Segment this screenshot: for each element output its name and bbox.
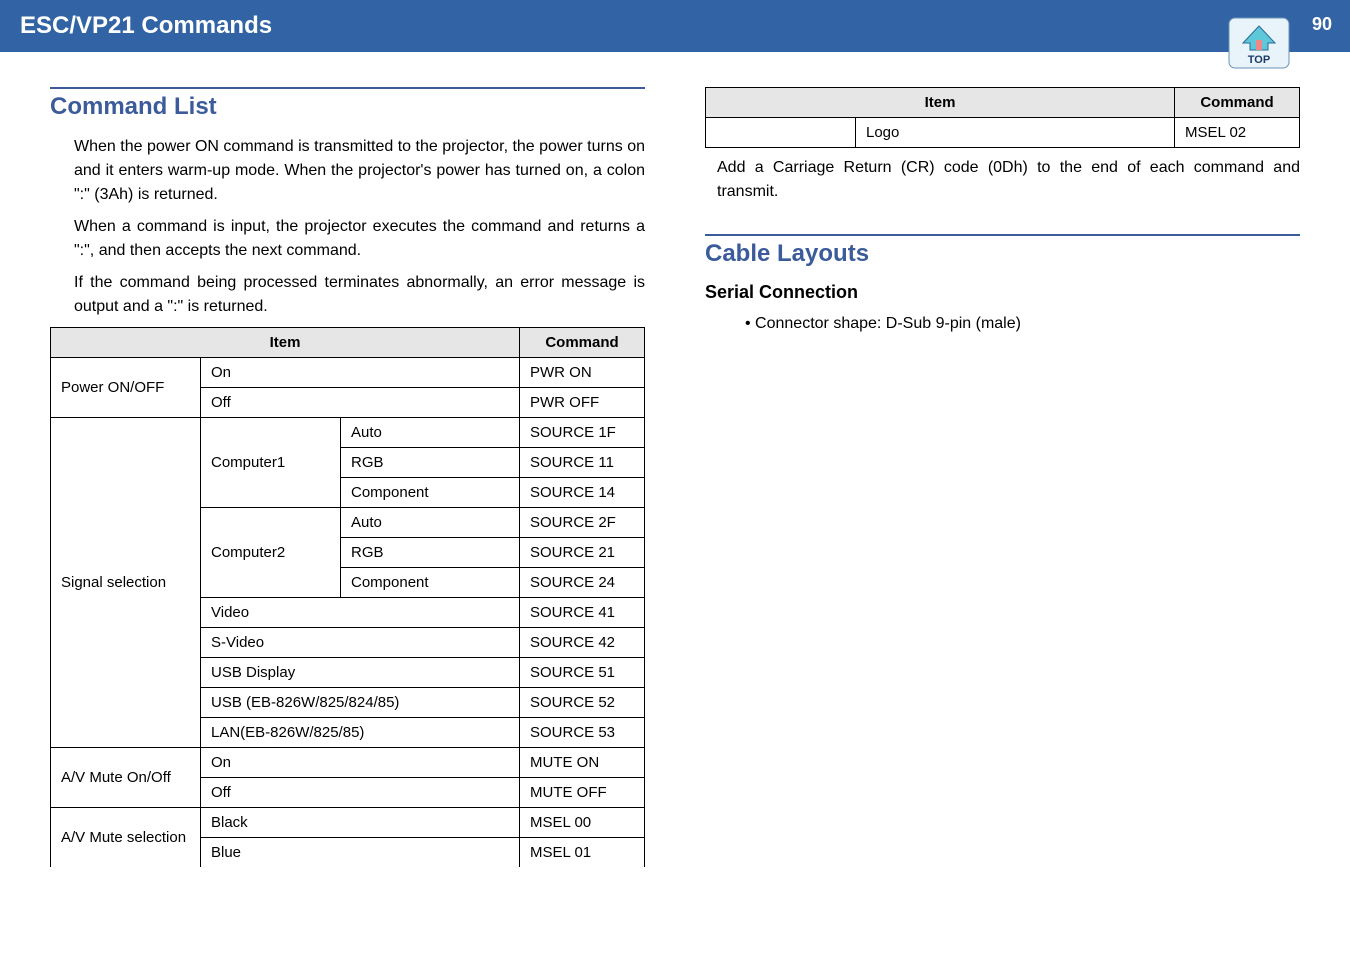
- cell-usbdisp: USB Display: [201, 658, 520, 688]
- cell-off2: Off: [201, 778, 520, 808]
- cmd-para-3: If the command being processed terminate…: [50, 271, 645, 319]
- cell-m02: MSEL 02: [1175, 118, 1300, 148]
- cmd-para-1: When the power ON command is transmitted…: [50, 135, 645, 207]
- serial-conn-heading: Serial Connection: [705, 282, 1300, 303]
- command-table-2: Item Command Logo MSEL 02: [705, 87, 1300, 148]
- cell-comp2: Component: [341, 568, 520, 598]
- top-icon-label: TOP: [1248, 54, 1270, 66]
- th-item-2: Item: [706, 88, 1175, 118]
- cell-avmsel: A/V Mute selection: [51, 808, 201, 868]
- th-command-2: Command: [1175, 88, 1300, 118]
- cell-black: Black: [201, 808, 520, 838]
- cell-s14: SOURCE 14: [520, 478, 645, 508]
- cell-s24: SOURCE 24: [520, 568, 645, 598]
- cell-lan: LAN(EB-826W/825/85): [201, 718, 520, 748]
- cell-c1: Computer1: [201, 418, 341, 508]
- cell-m00: MSEL 00: [520, 808, 645, 838]
- cell-comp1: Component: [341, 478, 520, 508]
- th-command: Command: [520, 328, 645, 358]
- cell-m01: MSEL 01: [520, 838, 645, 868]
- left-column: Command List When the power ON command i…: [50, 87, 645, 867]
- command-table: Item Command Power ON/OFF On PWR ON Off …: [50, 327, 645, 867]
- cell-rgb1: RGB: [341, 448, 520, 478]
- cell-usbeb: USB (EB-826W/825/824/85): [201, 688, 520, 718]
- th-item: Item: [51, 328, 520, 358]
- cell-svideo: S-Video: [201, 628, 520, 658]
- cell-s2f: SOURCE 2F: [520, 508, 645, 538]
- page-number: 90: [1312, 14, 1332, 35]
- page-title: ESC/VP21 Commands: [20, 12, 272, 40]
- cell-on2: On: [201, 748, 520, 778]
- cell-avmute: A/V Mute On/Off: [51, 748, 201, 808]
- title-bar: ESC/VP21 Commands TOP 90: [0, 0, 1350, 52]
- cell-s1f: SOURCE 1F: [520, 418, 645, 448]
- connector-bullet: Connector shape: D-Sub 9-pin (male): [705, 315, 1300, 333]
- cell-s11: SOURCE 11: [520, 448, 645, 478]
- cell-on: On: [201, 358, 520, 388]
- cell-off: Off: [201, 388, 520, 418]
- cell-c2: Computer2: [201, 508, 341, 598]
- cell-pwron: PWR ON: [520, 358, 645, 388]
- cmd-list-heading: Command List: [50, 87, 645, 121]
- cable-layouts-heading: Cable Layouts: [705, 234, 1300, 268]
- cr-note: Add a Carriage Return (CR) code (0Dh) to…: [705, 156, 1300, 204]
- cell-rgb2: RGB: [341, 538, 520, 568]
- cell-s52: SOURCE 52: [520, 688, 645, 718]
- cell-blue: Blue: [201, 838, 520, 868]
- nav-top-icon[interactable]: TOP: [1228, 8, 1290, 70]
- cell-pwroff: PWR OFF: [520, 388, 645, 418]
- cell-s42: SOURCE 42: [520, 628, 645, 658]
- cell-s51: SOURCE 51: [520, 658, 645, 688]
- cmd-para-2: When a command is input, the projector e…: [50, 215, 645, 263]
- cell-muteoff: MUTE OFF: [520, 778, 645, 808]
- cell-muteon: MUTE ON: [520, 748, 645, 778]
- cell-video: Video: [201, 598, 520, 628]
- cell-auto2: Auto: [341, 508, 520, 538]
- cell-s21: SOURCE 21: [520, 538, 645, 568]
- right-column: Item Command Logo MSEL 02 Add a Carriage…: [705, 87, 1300, 867]
- cell-logo: Logo: [856, 118, 1175, 148]
- cell-s41: SOURCE 41: [520, 598, 645, 628]
- cell-power: Power ON/OFF: [51, 358, 201, 418]
- cell-s53: SOURCE 53: [520, 718, 645, 748]
- cell-sigsel: Signal selection: [51, 418, 201, 748]
- cell-auto1: Auto: [341, 418, 520, 448]
